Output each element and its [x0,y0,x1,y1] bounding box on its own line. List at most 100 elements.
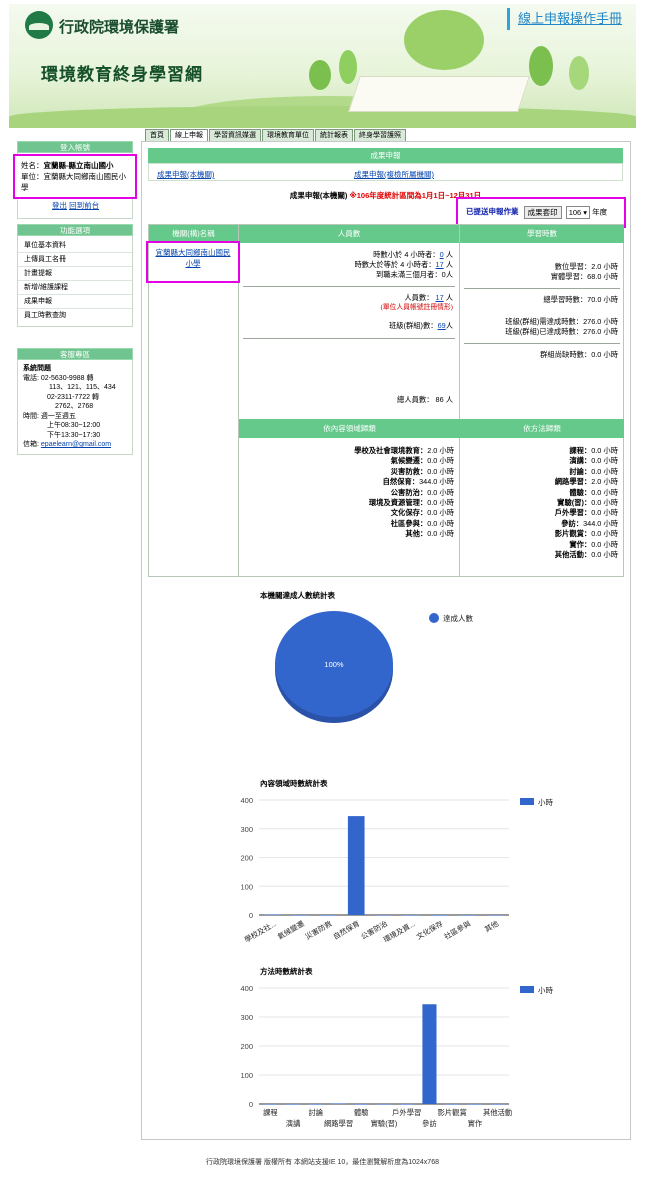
unit-label: 小時 [603,446,618,455]
col-people-header: 人員數 [239,225,459,243]
method-row: 討論：0.0 小時 [460,467,624,477]
method-label: 實作： [569,539,592,549]
y-tick-label: 200 [240,1042,253,1051]
chevron-down-icon: ▾ [583,208,588,217]
unit-label: 小時 [603,529,618,539]
tree-decoration [309,60,331,90]
unit-label: 小時 [603,550,618,560]
support-email[interactable]: epaelearn@gmail.com [41,441,111,448]
people-count-value[interactable]: 17 [436,293,444,302]
pie-legend-marker [429,613,439,623]
tab-statistics[interactable]: 統計報表 [315,129,353,141]
content-row: 自然保育：344.0 小時 [239,477,460,487]
x-tick-label: 戶外學習 [392,1108,421,1117]
x-tick-label: 環境及資... [382,919,417,944]
total-hours-value: 70.0 [587,295,602,304]
class-goal-label: 班級(群組)需達成時數： [505,317,584,326]
phone-2-ext: 2762、2768 [55,403,94,410]
under4-value[interactable]: 0 [440,250,444,259]
menu-course-maintain[interactable]: 新增/維護課程 [18,281,132,295]
method-label: 實驗(習)： [557,498,592,508]
year-select[interactable]: 106 ▾ [565,206,591,219]
bar [376,1104,392,1105]
unit-label: 小時 [603,466,618,476]
x-tick-label: 氣候變遷 [276,919,306,942]
agency-name-link[interactable]: 宜蘭縣大同鄉南山國民 小學 [156,248,231,268]
left-row: 到職未滿三個月者：0人 [239,270,459,280]
method-value: 0.0 [591,456,602,466]
method-value: 344.0 [583,518,602,528]
content-row: 公害防治：0.0 小時 [239,488,460,498]
bar [431,915,448,916]
unit-label: 小時 [603,350,618,359]
bar [263,1104,278,1105]
method-label: 網路學習： [554,477,592,487]
unit-label: 小時 [439,456,454,466]
unit-label: 小時 [603,477,618,487]
y-tick-label: 400 [240,984,253,993]
y-tick-label: 100 [240,1071,253,1080]
menu-result-report[interactable]: 成果申報 [18,295,132,309]
y-tick-label: 300 [240,1013,253,1022]
manual-link[interactable]: 線上申報操作手冊 [507,8,622,30]
content-label: 氣候變遷： [390,456,428,466]
class-count-value[interactable]: 69 [438,321,446,330]
content-value: 0.0 [427,508,438,518]
subtab-subordinate[interactable]: 成果申報(複檢所屬機關) [354,169,434,180]
x-tick-label: 課程 [263,1108,278,1117]
phone-1: 02-5630-9988 轉 [40,374,94,382]
total-hours-row: 總學習時數：70.0 小時 [460,295,624,305]
method-bar-chart: 0 100 200 300 400 課程演講討論網路學習體驗實驗(習) 戶外學習參訪影片觀賞… [240,984,553,1128]
login-heading: 登入帳號 [17,141,133,153]
menu-unit-info[interactable]: 單位基本資料 [18,239,132,253]
y-tick-label: 0 [249,911,253,920]
unit-label: 人 [445,250,453,259]
x-tick-label: 災害防救 [304,919,334,942]
total-people-value: 86 [435,395,444,404]
pie-data-label: 100% [324,660,344,669]
logout-link[interactable]: 登出 [52,201,67,210]
agency-name-box: 宜蘭縣大同鄉南山國民 小學 [146,241,240,283]
pie-legend-label: 達成人數 [443,613,473,623]
content-label: 公害防治： [390,487,428,497]
pie-chart: 100% 達成人數 [275,611,473,723]
over4-label: 時數大於等於 4 小時者： [354,260,436,269]
method-label: 參訪： [561,518,584,528]
tab-passport[interactable]: 終身學習護照 [354,129,406,141]
method-row: 影片觀賞：0.0 小時 [460,529,624,539]
method-row: 體驗：0.0 小時 [460,488,624,498]
method-value: 0.0 [591,487,602,497]
unit-label: 人 [445,293,453,302]
method-row: 戶外學習：0.0 小時 [460,508,624,518]
unit-label: 小時 [439,466,454,476]
unit-label: 小時 [439,518,454,528]
tree-decoration [569,56,589,90]
tab-home[interactable]: 首頁 [145,129,169,141]
print-result-button[interactable]: 成果套印 [523,206,562,219]
unit-label: 小時 [603,487,618,497]
method-row: 網路學習：2.0 小時 [460,477,624,487]
content-label: 社區參與： [390,518,428,528]
tab-env-units[interactable]: 環境教育單位 [262,129,314,141]
method-value: 0.0 [591,529,602,539]
x-tick-label: 文化保存 [415,919,445,941]
digital-label: 數位學習： [554,262,592,271]
content-row: 社區參與：0.0 小時 [239,519,460,529]
over4-value[interactable]: 17 [436,260,444,269]
x-tick-label: 自然保育 [331,919,361,941]
menu-hours-query[interactable]: 員工時數查詢 [18,309,132,323]
menu-plan-report[interactable]: 計畫提報 [18,267,132,281]
method-value: 0.0 [591,466,602,476]
legend-marker [520,798,534,805]
menu-upload-roster[interactable]: 上傳員工名冊 [18,253,132,267]
class-count-label: 班級(群組)數： [388,321,438,330]
frontend-link[interactable]: 回到前台 [69,201,99,210]
support-heading: 客服專區 [17,348,133,360]
tab-online-report[interactable]: 線上申報 [170,129,208,141]
legend-label: 小時 [538,798,553,807]
subtab-self[interactable]: 成果申報(本機關) [157,169,215,180]
unit-label: 單位： [21,172,44,181]
by-method-heading: 依方法歸類 [460,419,624,438]
tab-learning-info[interactable]: 學習資訊媒選 [209,129,261,141]
class-done-row: 班級(群組)已達成時數：276.0 小時 [460,327,624,337]
